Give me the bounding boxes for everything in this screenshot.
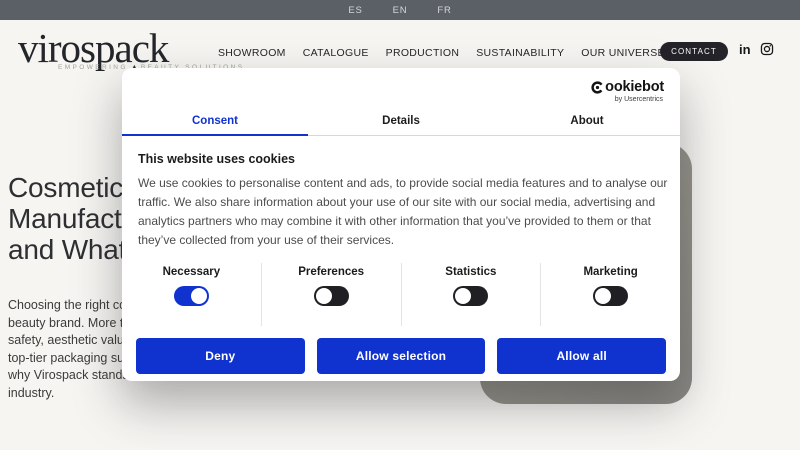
tagline-left: EMPOWERING: [58, 64, 128, 71]
nav-item-showroom[interactable]: SHOWROOM: [218, 47, 286, 59]
category-preferences: Preferences: [261, 263, 401, 326]
main-nav: SHOWROOM CATALOGUE PRODUCTION SUSTAINABI…: [218, 47, 715, 59]
category-marketing: Marketing: [540, 263, 680, 326]
nav-item-production[interactable]: PRODUCTION: [386, 47, 460, 59]
contact-button[interactable]: CONTACT: [660, 42, 728, 61]
preferences-toggle[interactable]: [314, 286, 349, 306]
page-title-line: Cosmetic: [8, 172, 126, 203]
paragraph-line: industry.: [8, 385, 145, 403]
cookiebot-byline: by Usercentrics: [615, 96, 664, 103]
lang-es[interactable]: ES: [348, 5, 362, 16]
cookie-dialog-description: We use cookies to personalise content an…: [138, 174, 672, 250]
nav-item-our-universe[interactable]: OUR UNIVERSE: [581, 47, 665, 59]
deny-button[interactable]: Deny: [136, 338, 305, 374]
allow-selection-button[interactable]: Allow selection: [317, 338, 486, 374]
cookiebot-brand-row: ookiebot by Usercentrics: [122, 68, 680, 103]
social-links: in: [739, 42, 774, 56]
lang-en[interactable]: EN: [393, 5, 408, 16]
instagram-icon[interactable]: [760, 42, 774, 56]
category-label: Statistics: [445, 266, 496, 278]
consent-buttons: Deny Allow selection Allow all: [122, 338, 680, 374]
tab-details[interactable]: Details: [308, 106, 494, 135]
marketing-toggle[interactable]: [593, 286, 628, 306]
toggle-knob: [595, 288, 611, 304]
necessary-toggle[interactable]: [174, 286, 209, 306]
category-statistics: Statistics: [401, 263, 541, 326]
language-bar: ES EN FR: [0, 0, 800, 20]
cookie-dialog-body: This website uses cookies We use cookies…: [122, 136, 680, 250]
cookiebot-name-text: ookiebot: [605, 79, 664, 95]
toggle-knob: [455, 288, 471, 304]
cookie-consent-dialog: ookiebot by Usercentrics Consent Details…: [122, 68, 680, 381]
allow-all-button[interactable]: Allow all: [497, 338, 666, 374]
page-title: Cosmetic Manufact and What: [8, 172, 126, 265]
cookie-tabs: Consent Details About: [122, 106, 680, 136]
lang-fr[interactable]: FR: [437, 5, 451, 16]
toggle-knob: [191, 288, 207, 304]
tab-about[interactable]: About: [494, 106, 680, 135]
toggle-knob: [316, 288, 332, 304]
page-title-line: and What: [8, 234, 126, 265]
page-title-line: Manufact: [8, 203, 126, 234]
category-label: Necessary: [163, 266, 221, 278]
virospack-logo[interactable]: virospack: [18, 28, 168, 69]
linkedin-icon[interactable]: in: [739, 43, 751, 56]
cookiebot-wordmark: ookiebot: [591, 79, 664, 95]
consent-categories: Necessary Preferences Statistics Marketi…: [122, 263, 680, 326]
nav-item-sustainability[interactable]: SUSTAINABILITY: [476, 47, 564, 59]
tab-consent[interactable]: Consent: [122, 106, 308, 135]
statistics-toggle[interactable]: [453, 286, 488, 306]
category-necessary: Necessary: [122, 263, 261, 326]
category-label: Preferences: [298, 266, 364, 278]
cookiebot-logo: ookiebot by Usercentrics: [591, 79, 664, 103]
nav-item-catalogue[interactable]: CATALOGUE: [303, 47, 369, 59]
cookiebot-c-icon: [591, 81, 604, 94]
category-label: Marketing: [583, 266, 637, 278]
cookie-dialog-title: This website uses cookies: [138, 152, 664, 166]
